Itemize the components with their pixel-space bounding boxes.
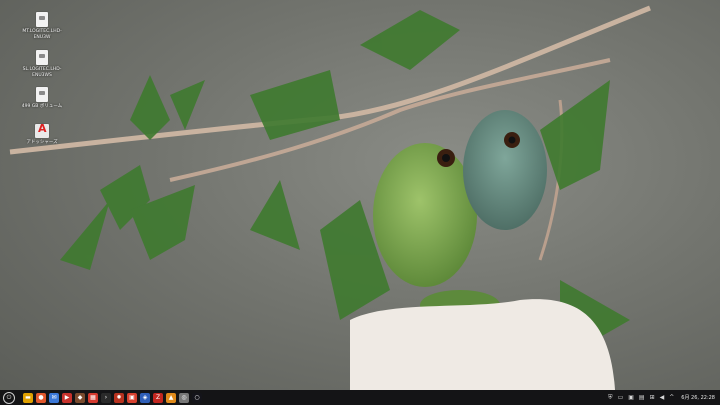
taskbar-app-spinner[interactable]: ○ [192, 392, 202, 403]
calendar-icon: ▦ [90, 393, 96, 401]
taskbar-app-media[interactable]: ▶ [62, 392, 72, 403]
start-menu-button[interactable]: ⏻ [3, 391, 15, 404]
taskbar-app-disc[interactable]: ◎ [179, 392, 189, 403]
taskbar-app-files[interactable]: ▬ [23, 392, 33, 403]
power-icon: ⏻ [6, 393, 12, 401]
security-icon: ◈ [142, 393, 148, 401]
desktop-icon-volume[interactable]: 499 GB ボリューム [14, 87, 70, 110]
desktop-icon-app[interactable]: アドッシャーズ [14, 124, 70, 146]
taskbar-app-viewer[interactable]: ▲ [166, 392, 176, 403]
taskbar-app-browser[interactable]: ● [36, 392, 46, 403]
taskbar-app-tool[interactable]: ◆ [75, 392, 85, 403]
taskbar-app-filezilla[interactable]: Z [153, 392, 163, 403]
taskbar-app-calendar[interactable]: ▦ [88, 392, 98, 403]
clipboard-icon[interactable]: ▣ [628, 393, 634, 403]
desktop-icon-label: MT.LOGITEC.LHD- ENU3W [22, 29, 62, 40]
taskbar: ⏻ ▬ ● ✉ ▶ ◆ ▦ › ✹ ▣ ◈ Z ▲ ◎ ○ ⛨ ▭ ▣ ▤ ⊞ ◀ ^ 6月 26, 22… [0, 390, 720, 405]
desktop-icon-label: 499 GB ボリューム [21, 104, 63, 109]
taskbar-apps: ▬ ● ✉ ▶ ◆ ▦ › ✹ ▣ ◈ Z ▲ ◎ ○ [23, 392, 202, 403]
volume-icon[interactable]: ◀ [660, 393, 665, 403]
terminal-icon: › [104, 393, 108, 401]
desktop-icon-mt-logitec[interactable]: MT.LOGITEC.LHD- ENU3W [14, 12, 70, 41]
wallpaper-frogs [9, 5, 651, 390]
viewer-icon: ▲ [168, 393, 174, 401]
notification-icon[interactable]: ▤ [639, 393, 645, 403]
filezilla-icon: Z [155, 393, 161, 401]
taskbar-app-settings[interactable]: ✹ [114, 392, 124, 403]
taskbar-app-security[interactable]: ◈ [140, 392, 150, 403]
desktop-icon-label: アドッシャーズ [26, 140, 58, 145]
taskbar-app-store[interactable]: ▣ [127, 392, 137, 403]
file-icon [36, 50, 48, 65]
drive-icon [36, 87, 48, 102]
taskbar-app-terminal[interactable]: › [101, 392, 111, 403]
taskbar-app-mail[interactable]: ✉ [49, 392, 59, 403]
shield-icon[interactable]: ⛨ [608, 393, 613, 403]
settings-icon: ✹ [116, 393, 122, 401]
expand-tray-icon[interactable]: ^ [669, 393, 674, 403]
mail-icon: ✉ [51, 393, 57, 401]
network-icon[interactable]: ⊞ [650, 393, 655, 403]
media-icon: ▶ [64, 393, 70, 401]
app-icon [35, 124, 49, 138]
tool-icon: ◆ [77, 393, 83, 401]
clock[interactable]: 6月 26, 22:28 [681, 394, 715, 401]
keyboard-icon[interactable]: ▭ [618, 393, 624, 403]
system-tray: ⛨ ▭ ▣ ▤ ⊞ ◀ ^ 6月 26, 22:28 [608, 393, 720, 403]
file-icon [36, 12, 48, 27]
browser-icon: ● [38, 393, 44, 401]
disc-icon: ◎ [181, 393, 187, 401]
desktop-icon-label: SL.LOGITEC.LHD- ENU3WS [22, 67, 62, 78]
files-icon: ▬ [25, 393, 31, 401]
desktop-icon-sl-logitec[interactable]: SL.LOGITEC.LHD- ENU3WS [14, 50, 70, 79]
spinner-icon: ○ [194, 393, 200, 401]
store-icon: ▣ [129, 393, 135, 401]
